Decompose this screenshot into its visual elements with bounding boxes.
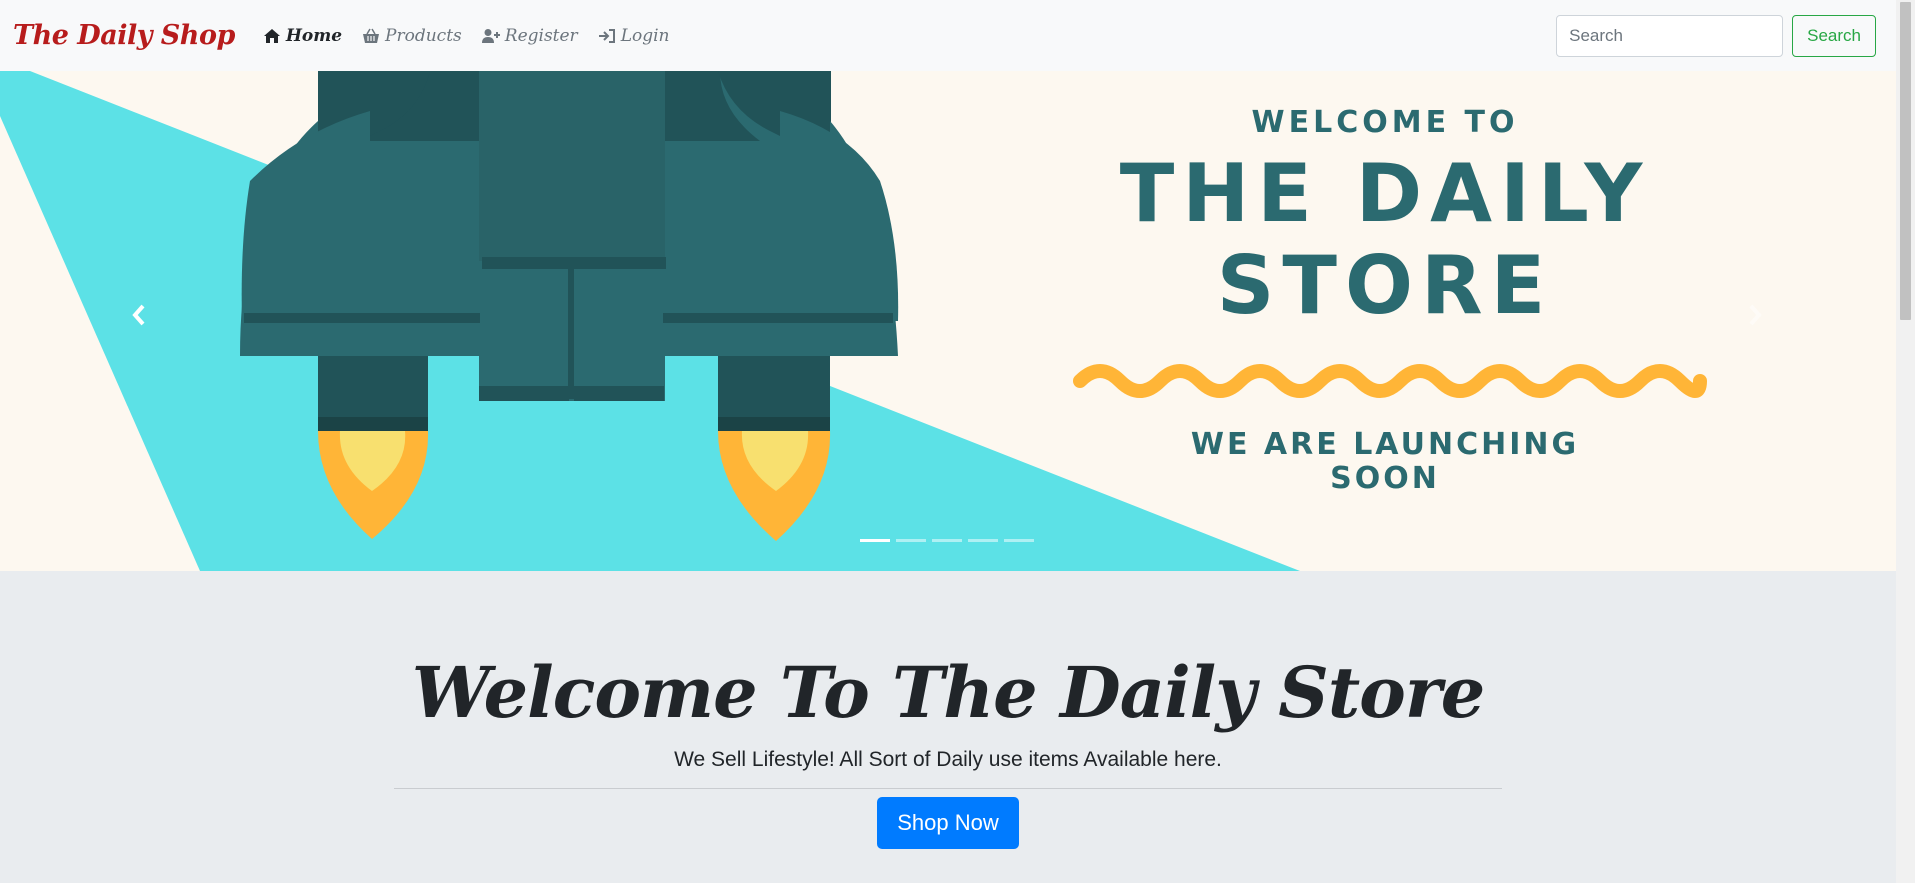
sign-in-icon bbox=[598, 28, 615, 43]
carousel-indicators bbox=[860, 539, 1034, 542]
jumbotron-lead: We Sell Lifestyle! All Sort of Daily use… bbox=[674, 748, 1222, 771]
home-icon bbox=[263, 28, 280, 43]
nav-item-label: Register bbox=[504, 25, 578, 46]
hero-title-line2: STORE bbox=[1216, 239, 1554, 332]
carousel-indicator[interactable] bbox=[896, 539, 926, 542]
wave-decoration bbox=[1073, 364, 1707, 398]
shop-now-button[interactable]: Shop Now bbox=[877, 797, 1019, 849]
nav-item-products[interactable]: Products bbox=[362, 26, 462, 46]
jumbotron-heading: Welcome To The Daily Store bbox=[411, 651, 1486, 734]
scrollbar[interactable] bbox=[1896, 0, 1915, 883]
search-form: Search bbox=[1556, 14, 1876, 57]
nav-menu: Home Products Register Login bbox=[263, 26, 670, 46]
brand-logo[interactable]: The Daily Shop bbox=[13, 20, 235, 51]
carousel-indicator[interactable] bbox=[932, 539, 962, 542]
hero-subtitle: WE ARE LAUNCHING SOON bbox=[1070, 428, 1700, 496]
chevron-left-icon bbox=[132, 304, 145, 326]
scrollbar-thumb[interactable] bbox=[1900, 2, 1911, 320]
hero-carousel: WELCOME TO THE DAILY STORE WE ARE LAUNCH… bbox=[0, 71, 1896, 571]
nav-item-login[interactable]: Login bbox=[598, 26, 670, 46]
carousel-indicator[interactable] bbox=[860, 539, 890, 542]
search-button[interactable]: Search bbox=[1792, 14, 1876, 57]
nav-item-label: Home bbox=[285, 25, 343, 46]
search-input[interactable] bbox=[1556, 14, 1784, 57]
hero-title-line1: THE DAILY bbox=[1119, 147, 1651, 240]
hero-subtitle-line2: SOON bbox=[1330, 461, 1440, 496]
hero-welcome-to: WELCOME TO bbox=[1251, 105, 1519, 140]
user-plus-icon bbox=[481, 28, 500, 43]
carousel-indicator[interactable] bbox=[1004, 539, 1034, 542]
nav-item-label: Products bbox=[385, 25, 462, 46]
carousel-next-button[interactable] bbox=[1740, 303, 1770, 333]
hero-subtitle-line1: WE ARE LAUNCHING bbox=[1190, 427, 1580, 462]
basket-icon bbox=[363, 28, 380, 43]
chevron-right-icon bbox=[1749, 304, 1762, 326]
jumbotron: Welcome To The Daily Store We Sell Lifes… bbox=[0, 571, 1896, 883]
hero-title: THE DAILY STORE bbox=[1070, 148, 1700, 332]
nav-item-register[interactable]: Register bbox=[481, 25, 578, 46]
hero-text: WELCOME TO THE DAILY STORE WE ARE LAUNCH… bbox=[1070, 101, 1700, 496]
navbar: The Daily Shop Home Products Register Lo… bbox=[0, 0, 1896, 71]
nav-item-label: Login bbox=[620, 25, 670, 46]
carousel-indicator[interactable] bbox=[968, 539, 998, 542]
divider bbox=[394, 788, 1502, 789]
nav-item-home[interactable]: Home bbox=[263, 26, 342, 46]
carousel-prev-button[interactable] bbox=[124, 303, 154, 333]
